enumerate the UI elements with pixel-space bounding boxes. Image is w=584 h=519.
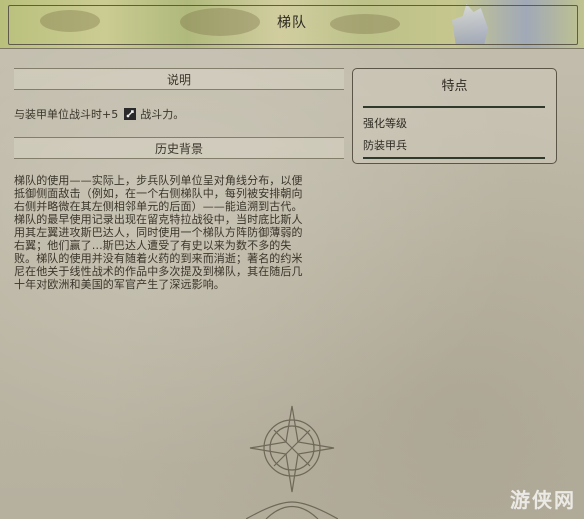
compass-rose-icon [246,405,338,519]
ability-suffix: 战斗力。 [140,108,185,121]
ability-description: 与装甲单位战斗时+5 战斗力。 [14,106,184,122]
description-heading: 说明 [14,68,344,90]
watermark-logo: 游侠网 [510,488,576,512]
combat-strength-icon [124,108,137,120]
features-panel: 特点 强化等级 防装甲兵 [352,68,557,164]
features-divider [363,157,545,159]
feature-item: 防装甲兵 [363,139,407,152]
history-text: 梯队的使用——实际上，步兵队列单位呈对角线分布，以便 抵御侧面敌击（例如，在一个… [14,174,303,291]
features-divider [363,106,545,108]
history-heading: 历史背景 [14,137,344,159]
feature-item: 强化等级 [363,117,407,130]
features-title: 特点 [441,79,468,94]
page-title: 梯队 [277,15,307,31]
ability-text: 与装甲单位战斗时+5 [14,108,119,121]
